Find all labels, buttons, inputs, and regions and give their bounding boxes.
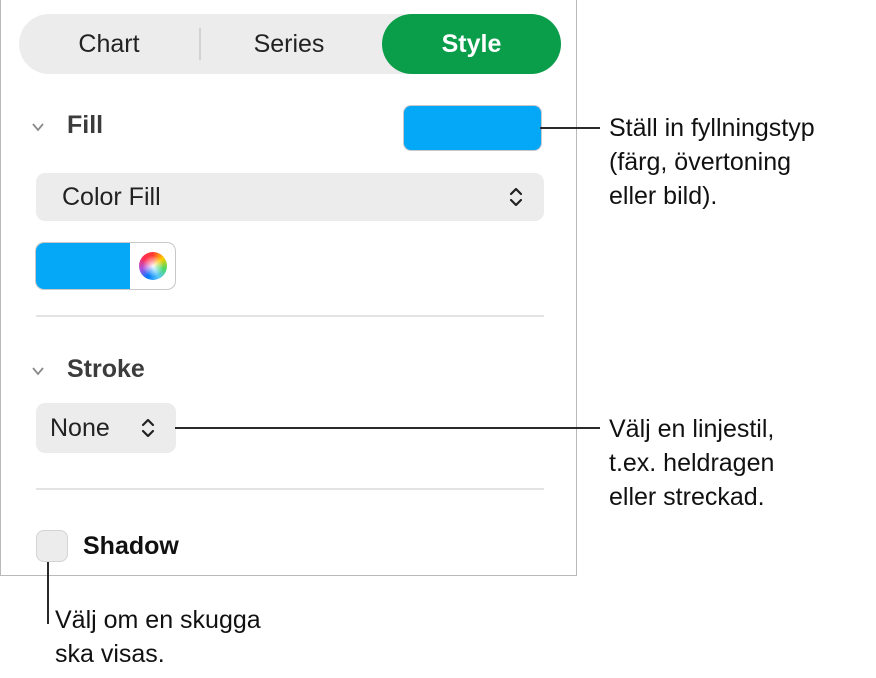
stroke-callout-line-3: eller streckad. [609,483,765,511]
fill-section-title: Fill [67,111,104,139]
stroke-callout: Välj en linjestil, t.ex. heldragen eller… [609,412,774,514]
tab-chart[interactable]: Chart [19,14,199,74]
inspector-tab-bar: Chart Series Style [19,14,561,74]
stroke-callout-line-1: Välj en linjestil, [609,415,775,443]
stroke-type-popup[interactable]: None [36,403,176,453]
fill-callout-line-3: eller bild). [609,182,718,210]
color-wheel-icon[interactable] [139,252,167,280]
fill-chevron-down-icon[interactable] [31,120,45,134]
shadow-label: Shadow [83,532,179,560]
fill-color-swatch-button[interactable] [404,106,541,150]
stroke-type-value: None [50,414,110,442]
section-divider [36,315,544,317]
shadow-callout: Välj om en skugga ska visas. [55,603,261,671]
stroke-chevron-down-icon[interactable] [31,364,45,378]
section-divider [36,488,544,490]
fill-type-popup[interactable]: Color Fill [36,173,544,221]
fill-color-swatch[interactable] [36,243,130,289]
fill-callout-line-1: Ställ in fyllningstyp [609,114,815,142]
fill-callout-line [540,127,600,129]
stroke-section-title: Stroke [67,355,145,383]
shadow-checkbox[interactable] [36,530,68,562]
up-down-arrows-icon [509,187,523,207]
up-down-arrows-icon [141,418,155,438]
tab-series[interactable]: Series [201,14,377,74]
shadow-callout-line-1: Välj om en skugga [55,606,261,634]
tab-style[interactable]: Style [382,14,561,74]
fill-callout: Ställ in fyllningstyp (färg, övertoning … [609,111,815,213]
shadow-callout-line [47,562,49,624]
fill-color-well[interactable] [36,243,175,289]
format-inspector-panel: Chart Series Style Fill Color Fill Strok… [0,0,577,576]
stroke-callout-line [175,427,600,429]
stroke-callout-line-2: t.ex. heldragen [609,449,775,477]
fill-callout-line-2: (färg, övertoning [609,148,792,176]
shadow-callout-line-2: ska visas. [55,640,165,668]
fill-type-value: Color Fill [62,183,161,211]
